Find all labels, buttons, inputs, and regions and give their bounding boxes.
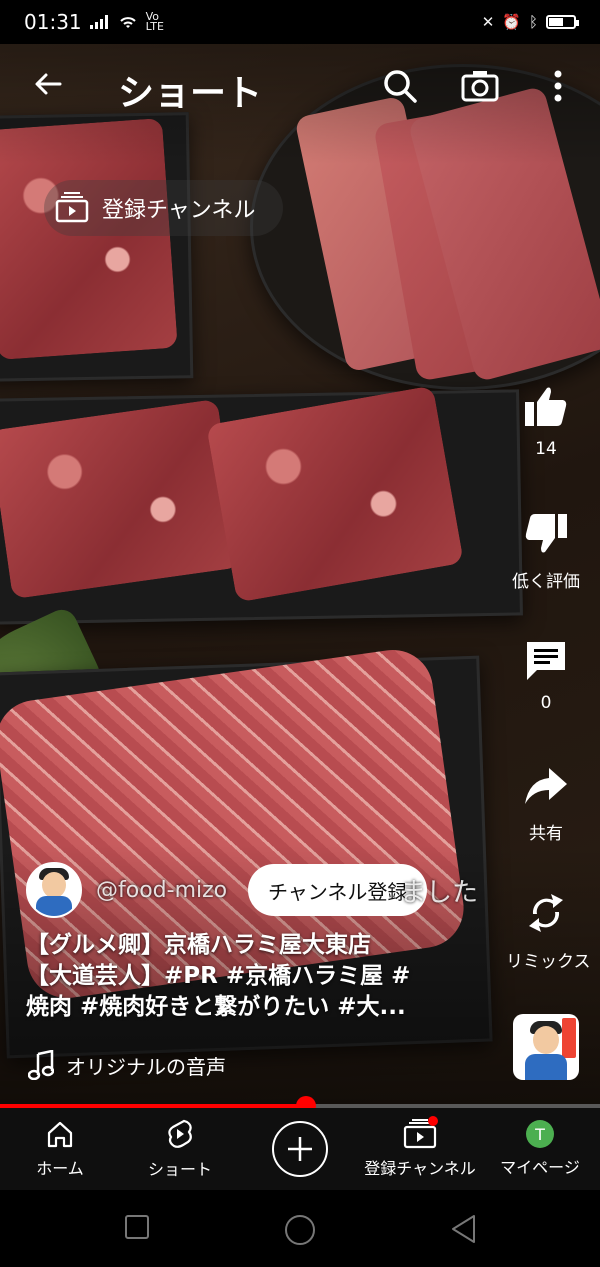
share-button[interactable]: 共有 — [506, 764, 586, 844]
video-overlay-text: ました — [400, 878, 479, 908]
shorts-icon — [168, 1119, 192, 1148]
nav-create[interactable] — [240, 1108, 360, 1190]
sound-link[interactable]: オリジナルの音声 — [28, 1050, 226, 1080]
thumb-up-icon — [525, 387, 567, 426]
back-triangle-icon[interactable] — [450, 1214, 478, 1244]
caption-line: 【グルメ卿】京橋ハラミ屋大東店 — [26, 932, 371, 958]
nav-shorts-label: ショート — [147, 1160, 212, 1179]
nav-home-label: ホーム — [36, 1159, 84, 1178]
back-arrow-icon[interactable] — [30, 66, 66, 102]
system-navigation — [0, 1190, 600, 1267]
dislike-button[interactable]: 低く評価 — [506, 512, 586, 592]
status-bar: 01:31 Vo LTE ✕ ⏰ ᛒ — [0, 0, 600, 44]
channel-info: @food-mizo — [26, 862, 227, 918]
comment-count: 0 — [540, 693, 552, 713]
thumb-down-icon — [525, 514, 567, 553]
sound-label: オリジナルの音声 — [66, 1054, 226, 1079]
more-vert-icon[interactable] — [538, 66, 578, 106]
subscriptions-pill[interactable]: 登録チャンネル — [44, 180, 284, 236]
signal-icon — [89, 15, 108, 29]
mute-vibrate-icon: ✕ — [481, 13, 495, 31]
sound-thumbnail[interactable] — [513, 1014, 579, 1080]
channel-handle[interactable]: @food-mizo — [96, 878, 227, 903]
home-icon — [47, 1121, 73, 1148]
page-title: ショート — [118, 73, 263, 114]
wifi-icon — [119, 17, 136, 28]
comment-button[interactable]: 0 — [506, 638, 586, 713]
subscriptions-pill-label: 登録チャンネル — [102, 198, 256, 223]
remix-button[interactable]: リミックス — [506, 890, 591, 972]
battery-icon — [546, 15, 579, 29]
camera-icon[interactable] — [460, 66, 500, 106]
bluetooth-icon: ᛒ — [528, 13, 538, 31]
subscriptions-icon — [55, 192, 89, 223]
user-avatar: T — [526, 1120, 554, 1148]
remix-label: リミックス — [506, 952, 591, 972]
nav-shorts[interactable]: ショート — [120, 1108, 240, 1190]
share-icon — [525, 768, 567, 804]
like-button[interactable]: 14 — [506, 384, 586, 459]
meat-slice — [0, 398, 241, 600]
alarm-icon: ⏰ — [502, 13, 521, 31]
home-circle-icon[interactable] — [284, 1214, 316, 1246]
volte-icon: Vo LTE — [145, 10, 164, 33]
plus-icon — [288, 1137, 312, 1161]
dislike-label: 低く評価 — [512, 572, 580, 592]
nav-home[interactable]: ホーム — [0, 1108, 120, 1190]
caption-line: 焼肉 #焼肉好きと繋がりたい #大... — [26, 994, 406, 1020]
remix-icon — [529, 894, 563, 932]
bottom-navigation: ホーム ショート 登録チャンネル T マイページ — [0, 1108, 600, 1190]
nav-mypage-label: マイページ — [500, 1158, 580, 1177]
channel-avatar[interactable] — [26, 862, 82, 918]
nav-mypage[interactable]: T マイページ — [480, 1108, 600, 1190]
notification-dot — [428, 1116, 438, 1126]
music-note-icon — [28, 1050, 54, 1080]
caption-line: 【大道芸人】#PR #京橋ハラミ屋 # — [26, 963, 411, 989]
shorts-header: ショート — [0, 44, 600, 124]
video-caption[interactable]: 【グルメ卿】京橋ハラミ屋大東店 【大道芸人】#PR #京橋ハラミ屋 # 焼肉 #… — [26, 930, 466, 1023]
search-icon[interactable] — [380, 66, 420, 106]
comment-icon — [527, 642, 565, 680]
nav-subscriptions[interactable]: 登録チャンネル — [360, 1108, 480, 1190]
nav-subscriptions-label: 登録チャンネル — [364, 1159, 476, 1178]
like-count: 14 — [535, 439, 557, 459]
create-button[interactable] — [272, 1121, 328, 1177]
recent-apps-icon[interactable] — [124, 1214, 150, 1240]
status-time: 01:31 — [24, 10, 82, 34]
share-label: 共有 — [529, 824, 563, 844]
